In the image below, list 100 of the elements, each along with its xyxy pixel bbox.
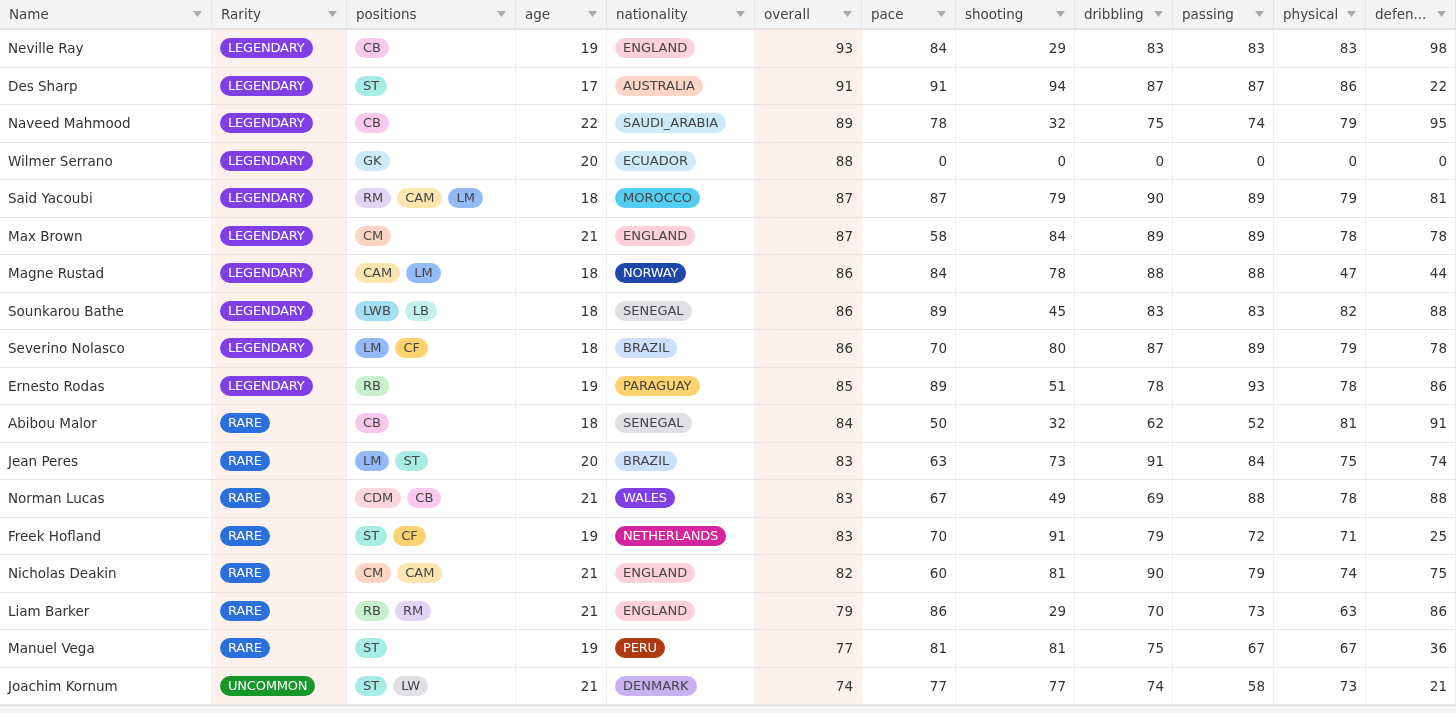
rarity-tag: LEGENDARY [220, 38, 313, 59]
column-header[interactable]: passing [1173, 0, 1274, 30]
rarity-tag: LEGENDARY [220, 75, 313, 96]
column-header[interactable]: pace [862, 0, 956, 30]
table-cell: 83 [755, 442, 862, 480]
table-cell: 74 [1173, 105, 1274, 143]
table-cell: 0 [956, 142, 1075, 180]
table-cell: 22 [516, 105, 607, 143]
column-header[interactable]: positions [347, 0, 516, 30]
table-cell: 88 [1366, 292, 1456, 330]
table-cell: 90 [1075, 555, 1173, 593]
column-header[interactable]: dribbling [1075, 0, 1173, 30]
table-cell: 20 [516, 442, 607, 480]
dropdown-icon[interactable] [328, 11, 337, 17]
table-cell: 32 [956, 405, 1075, 443]
table-cell: 67 [862, 480, 956, 518]
table-cell: 87 [1075, 330, 1173, 368]
nationality-tag: PARAGUAY [615, 375, 700, 396]
position-tag: CAM [397, 188, 443, 209]
position-tag: ST [355, 525, 388, 546]
table-cell: 18 [516, 292, 607, 330]
table-cell: 89 [862, 367, 956, 405]
dropdown-icon[interactable] [843, 11, 852, 17]
position-tag: LM [406, 263, 441, 284]
position-tag: CDM [355, 488, 402, 509]
dropdown-icon[interactable] [1347, 11, 1356, 17]
rarity-tag: LEGENDARY [220, 338, 313, 359]
nationality-tag: ECUADOR [615, 150, 696, 171]
dropdown-icon[interactable] [1255, 11, 1264, 17]
table-cell: 88 [1173, 480, 1274, 518]
position-tag: RM [394, 600, 432, 621]
table-cell: 78 [862, 105, 956, 143]
nationality-tag: ENGLAND [615, 563, 696, 584]
column-header[interactable]: age [516, 0, 607, 30]
position-tag: ST [355, 638, 388, 659]
column-header[interactable]: physical [1274, 0, 1366, 30]
rarity-tag: UNCOMMON [220, 675, 316, 696]
table-cell: 86 [755, 255, 862, 293]
table-cell: 44 [1366, 255, 1456, 293]
column-header[interactable]: shooting [956, 0, 1075, 30]
table-cell: 80 [956, 330, 1075, 368]
rarity-tag: RARE [220, 600, 270, 621]
table-cell: 74 [1366, 442, 1456, 480]
position-tag: LB [404, 300, 437, 321]
table-cell: 81 [1274, 405, 1366, 443]
table-cell: 21 [516, 217, 607, 255]
table-cell: 90 [1075, 180, 1173, 218]
dropdown-icon[interactable] [1437, 11, 1446, 17]
rarity-tag: RARE [220, 563, 270, 584]
table-cell: 18 [516, 405, 607, 443]
dropdown-icon[interactable] [588, 11, 597, 17]
nationality-tag: BRAZIL [615, 450, 678, 471]
table-cell: 77 [755, 630, 862, 668]
nationality-tag: ENGLAND [615, 225, 696, 246]
table-cell: 47 [1274, 255, 1366, 293]
position-tag: ST [355, 75, 388, 96]
table-cell: 73 [956, 442, 1075, 480]
table-cell: 79 [956, 180, 1075, 218]
table-cell: 98 [1366, 30, 1456, 68]
position-tag: CB [407, 488, 442, 509]
table-cell: 21 [516, 480, 607, 518]
table-cell: 29 [956, 30, 1075, 68]
table-cell: 89 [755, 105, 862, 143]
table-cell: 21 [516, 592, 607, 630]
table-cell: 19 [516, 367, 607, 405]
table-cell: 79 [1274, 105, 1366, 143]
table-cell: 91 [956, 517, 1075, 555]
table-cell: 21 [1366, 667, 1456, 705]
table-cell: 84 [1173, 442, 1274, 480]
table-cell: 29 [956, 592, 1075, 630]
column-header[interactable]: defen... [1366, 0, 1456, 30]
table-cell: 81 [862, 630, 956, 668]
table-cell: 79 [1173, 555, 1274, 593]
table-cell: 67 [1173, 630, 1274, 668]
nationality-tag: SENEGAL [615, 413, 692, 434]
dropdown-icon[interactable] [1154, 11, 1163, 17]
column-header[interactable]: Rarity [212, 0, 347, 30]
position-tag: LM [355, 450, 390, 471]
dropdown-icon[interactable] [497, 11, 506, 17]
table-cell: 75 [1274, 442, 1366, 480]
table-cell: 60 [862, 555, 956, 593]
table-cell: 0 [1274, 142, 1366, 180]
position-tag: CF [393, 525, 426, 546]
position-tag: GK [355, 150, 390, 171]
table-cell: 87 [1173, 67, 1274, 105]
rarity-tag: LEGENDARY [220, 225, 313, 246]
dropdown-icon[interactable] [937, 11, 946, 17]
table-cell: 82 [755, 555, 862, 593]
table-cell: 0 [862, 142, 956, 180]
dropdown-icon[interactable] [193, 11, 202, 17]
dropdown-icon[interactable] [1056, 11, 1065, 17]
dropdown-icon[interactable] [736, 11, 745, 17]
table-cell: 91 [755, 67, 862, 105]
table-cell: 93 [1173, 367, 1274, 405]
column-header[interactable]: overall [755, 0, 862, 30]
column-header[interactable]: Name [0, 0, 212, 30]
position-tag: CAM [397, 563, 443, 584]
table-cell: 51 [956, 367, 1075, 405]
column-header[interactable]: nationality [607, 0, 755, 30]
table-cell: 83 [755, 480, 862, 518]
